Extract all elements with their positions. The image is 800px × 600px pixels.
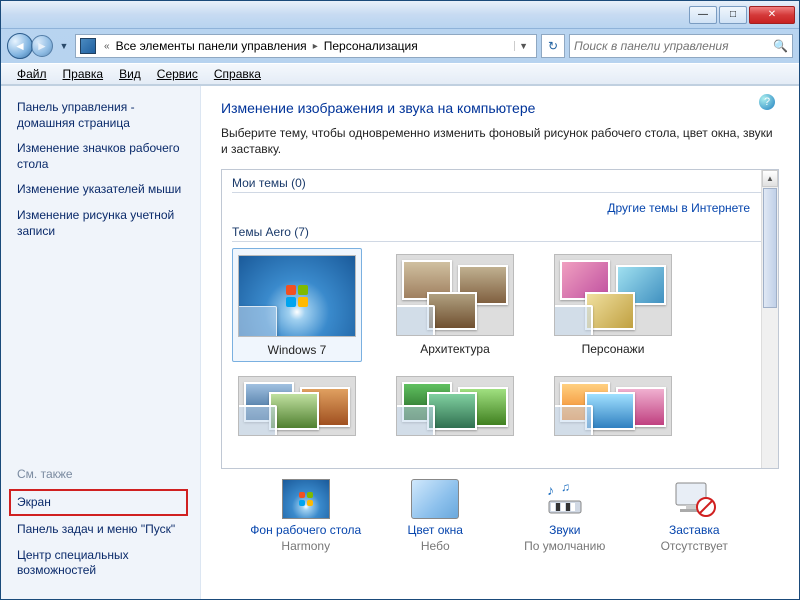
windows-logo-icon — [286, 285, 308, 307]
option-sounds[interactable]: ♪♫ Звуки По умолчанию — [500, 479, 630, 553]
breadcrumb-sep: ▸ — [313, 41, 318, 52]
breadcrumb-personalization[interactable]: Персонализация — [322, 37, 420, 55]
theme-thumb — [554, 376, 672, 436]
aero-glass-icon — [554, 405, 593, 436]
option-title: Звуки — [500, 523, 630, 537]
address-dropdown[interactable]: ▼ — [514, 41, 532, 51]
control-panel-icon — [80, 38, 96, 54]
menu-file[interactable]: Файл — [9, 65, 55, 83]
sounds-icon: ♪♫ — [541, 479, 589, 519]
themes-panel: ▲ Мои темы (0) Другие темы в Интернете Т… — [221, 169, 779, 469]
nav-buttons: ◄ ► — [7, 33, 53, 59]
page-title: Изменение изображения и звука на компьют… — [221, 100, 779, 116]
close-button[interactable]: ✕ — [749, 6, 795, 24]
theme-thumb — [396, 376, 514, 436]
option-title: Заставка — [630, 523, 760, 537]
theme-thumb-windows7 — [238, 255, 356, 337]
scroll-up-button[interactable]: ▲ — [762, 170, 778, 187]
theme-thumb-architecture — [396, 254, 514, 336]
option-title: Цвет окна — [371, 523, 501, 537]
forward-button[interactable]: ► — [31, 35, 53, 57]
option-subtitle: По умолчанию — [500, 539, 630, 553]
aero-glass-icon — [554, 305, 593, 336]
desktop-background-icon — [282, 479, 330, 519]
section-my-themes: Мои темы (0) — [222, 170, 778, 192]
sidebar-home[interactable]: Панель управления - домашняя страница — [17, 100, 188, 131]
theme-characters[interactable]: Персонажи — [548, 248, 678, 362]
option-subtitle: Отсутствует — [630, 539, 760, 553]
menu-tools[interactable]: Сервис — [149, 65, 206, 83]
theme-row-1: Windows 7 Архитектура — [222, 246, 778, 368]
back-button[interactable]: ◄ — [7, 33, 33, 59]
sidebar: Панель управления - домашняя страница Из… — [1, 86, 201, 599]
sidebar-item-desktop-icons[interactable]: Изменение значков рабочего стола — [17, 141, 188, 172]
breadcrumb-all-items[interactable]: Все элементы панели управления — [114, 37, 309, 55]
section-aero-themes: Темы Aero (7) — [222, 219, 778, 241]
theme-windows7[interactable]: Windows 7 — [232, 248, 362, 362]
content-area: Панель управления - домашняя страница Из… — [1, 85, 799, 599]
menu-help[interactable]: Справка — [206, 65, 269, 83]
theme-row-2 — [222, 368, 778, 438]
option-subtitle: Небо — [371, 539, 501, 553]
scroll-thumb[interactable] — [763, 188, 777, 308]
section-divider — [232, 192, 768, 193]
menu-view[interactable]: Вид — [111, 65, 149, 83]
aero-glass-icon — [396, 305, 435, 336]
option-title: Фон рабочего стола — [241, 523, 371, 537]
minimize-button[interactable]: — — [689, 6, 717, 24]
theme-partial-3[interactable] — [548, 370, 678, 432]
option-desktop-background[interactable]: Фон рабочего стола Harmony — [241, 479, 371, 553]
window-color-icon — [411, 479, 459, 519]
menu-edit[interactable]: Правка — [55, 65, 112, 83]
scrollbar[interactable]: ▲ — [761, 170, 778, 468]
search-input[interactable] — [574, 39, 773, 53]
sidebar-spacer — [17, 249, 188, 466]
aero-glass-icon — [238, 306, 277, 337]
menubar: Файл Правка Вид Сервис Справка — [1, 63, 799, 85]
sidebar-see-also-heading: См. также — [17, 467, 188, 481]
option-screensaver[interactable]: Заставка Отсутствует — [630, 479, 760, 553]
sidebar-also-ease-of-access[interactable]: Центр специальных возможностей — [17, 548, 188, 579]
windows-logo-icon — [299, 492, 313, 506]
option-subtitle: Harmony — [241, 539, 371, 553]
theme-partial-1[interactable] — [232, 370, 362, 432]
theme-thumb — [238, 376, 356, 436]
sidebar-also-taskbar[interactable]: Панель задач и меню "Пуск" — [17, 522, 188, 538]
theme-name-label: Персонажи — [552, 342, 674, 356]
theme-name-label: Windows 7 — [237, 343, 357, 357]
svg-text:♫: ♫ — [561, 480, 570, 494]
theme-name-label: Архитектура — [394, 342, 516, 356]
maximize-button[interactable]: □ — [719, 6, 747, 24]
titlebar: — □ ✕ — [1, 1, 799, 29]
history-dropdown[interactable]: ▼ — [57, 41, 71, 51]
sidebar-item-account-picture[interactable]: Изменение рисунка учетной записи — [17, 208, 188, 239]
theme-partial-2[interactable] — [390, 370, 520, 432]
theme-architecture[interactable]: Архитектура — [390, 248, 520, 362]
sidebar-also-display[interactable]: Экран — [9, 489, 188, 517]
address-row: ◄ ► ▼ « Все элементы панели управления ▸… — [1, 29, 799, 63]
refresh-button[interactable]: ↻ — [541, 34, 565, 58]
svg-text:♪: ♪ — [547, 482, 554, 498]
screensaver-icon — [670, 479, 718, 519]
aero-glass-icon — [238, 405, 277, 436]
section-divider-2 — [232, 241, 768, 242]
theme-thumb-characters — [554, 254, 672, 336]
sidebar-item-mouse-pointers[interactable]: Изменение указателей мыши — [17, 182, 188, 198]
option-window-color[interactable]: Цвет окна Небо — [371, 479, 501, 553]
more-themes-online-link[interactable]: Другие темы в Интернете — [222, 197, 778, 219]
breadcrumb-chevron-start: « — [104, 41, 110, 52]
page-description: Выберите тему, чтобы одновременно измени… — [221, 126, 779, 157]
address-bar[interactable]: « Все элементы панели управления ▸ Персо… — [75, 34, 537, 58]
window-frame: — □ ✕ ◄ ► ▼ « Все элементы панели управл… — [0, 0, 800, 600]
help-icon[interactable]: ? — [759, 94, 775, 110]
search-box[interactable]: 🔍 — [569, 34, 793, 58]
aero-glass-icon — [396, 405, 435, 436]
main-pane: ? Изменение изображения и звука на компь… — [201, 86, 799, 599]
personalization-options: Фон рабочего стола Harmony Цвет окна Неб… — [221, 469, 779, 553]
search-icon[interactable]: 🔍 — [773, 39, 788, 53]
